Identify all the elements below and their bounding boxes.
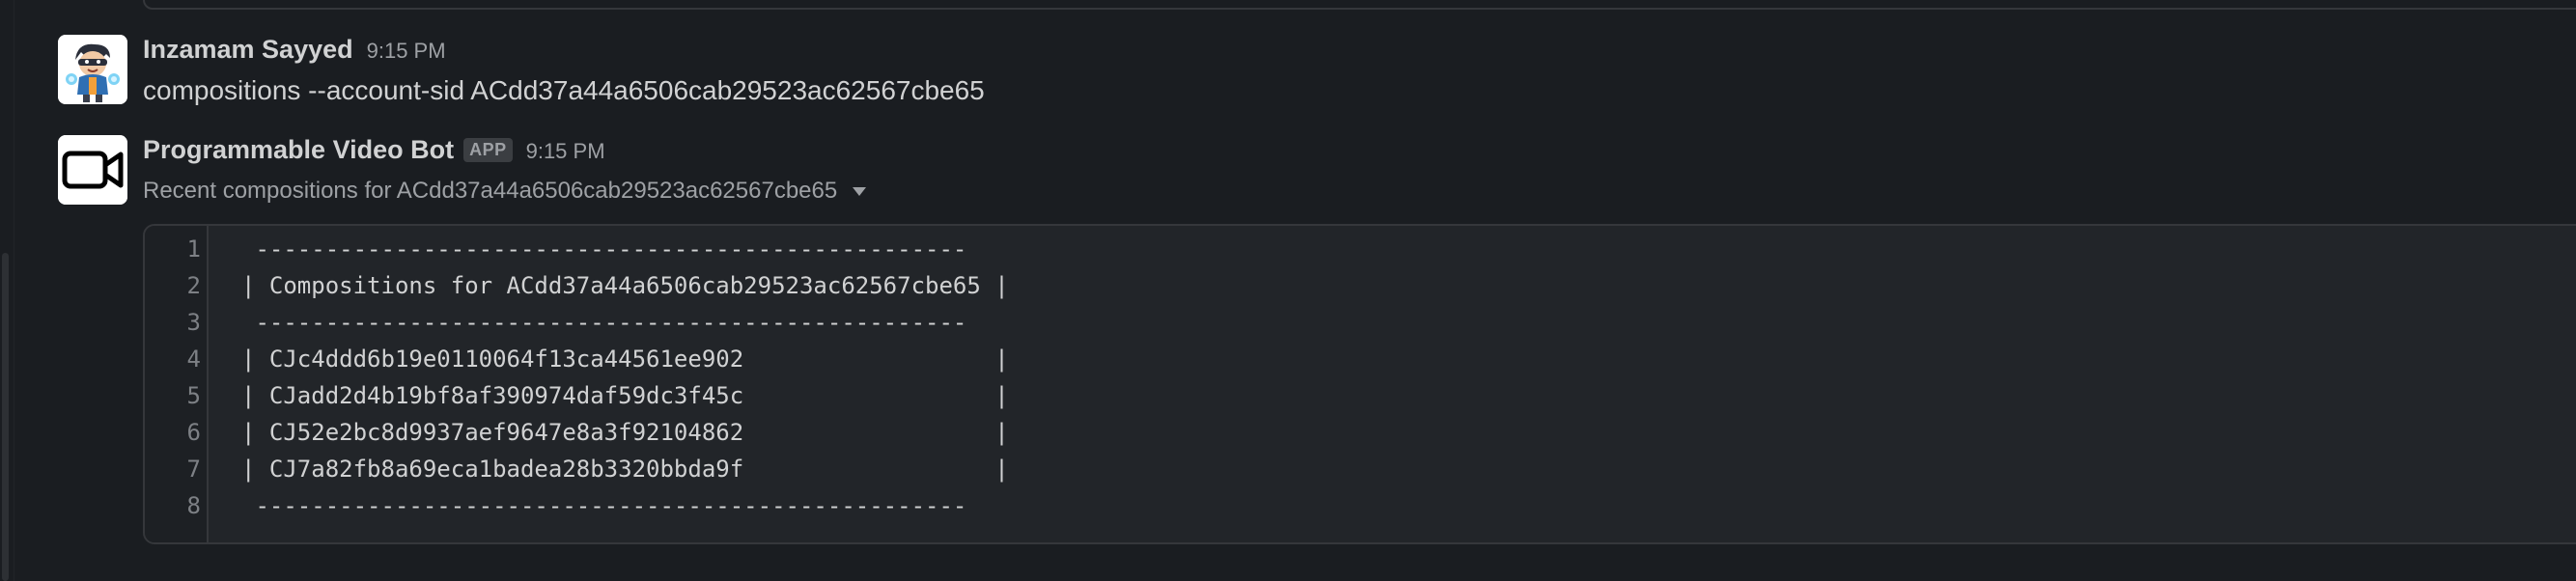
left-rail bbox=[0, 0, 14, 581]
app-badge: APP bbox=[463, 138, 513, 162]
attachment-title: Recent compositions for ACdd37a44a6506ca… bbox=[143, 178, 867, 205]
user-avatar[interactable] bbox=[58, 35, 127, 104]
timestamp[interactable]: 9:15 PM bbox=[526, 139, 605, 164]
code-line: ----------------------------------------… bbox=[241, 309, 967, 336]
author-name[interactable]: Programmable Video Bot bbox=[143, 135, 454, 165]
line-number-gutter: 1 2 3 4 5 6 7 8 bbox=[145, 226, 209, 542]
message-content: Programmable Video Bot APP 9:15 PM Recen… bbox=[143, 135, 867, 205]
message-text: compositions --account-sid ACdd37a44a650… bbox=[143, 75, 985, 105]
attachment-title-text: Recent compositions for ACdd37a44a6506ca… bbox=[143, 178, 838, 204]
line-number: 7 bbox=[186, 456, 201, 483]
code-line: | Compositions for ACdd37a44a6506cab2952… bbox=[241, 272, 1009, 299]
line-number: 1 bbox=[186, 235, 201, 263]
code-line: ----------------------------------------… bbox=[241, 492, 967, 519]
line-number: 3 bbox=[186, 309, 201, 336]
line-number: 4 bbox=[186, 346, 201, 373]
code-snippet: 1 2 3 4 5 6 7 8 ------------------------… bbox=[143, 224, 2576, 544]
video-camera-icon bbox=[58, 135, 127, 205]
scrollbar[interactable] bbox=[2, 253, 9, 581]
code-line: | CJ52e2bc8d9937aef9647e8a3f92104862 | bbox=[241, 419, 1009, 446]
code-line: ----------------------------------------… bbox=[241, 235, 967, 263]
previous-attachment-edge bbox=[143, 0, 2576, 10]
cartoon-boy-avatar-icon bbox=[58, 35, 127, 104]
line-number: 6 bbox=[186, 419, 201, 446]
author-name[interactable]: Inzamam Sayyed bbox=[143, 35, 353, 65]
bot-avatar[interactable] bbox=[58, 135, 127, 205]
message-content: Inzamam Sayyed 9:15 PM compositions --ac… bbox=[143, 35, 985, 106]
message-header: Inzamam Sayyed 9:15 PM bbox=[143, 35, 985, 69]
line-number: 8 bbox=[186, 492, 201, 519]
line-number: 5 bbox=[186, 382, 201, 409]
code-line: | CJadd2d4b19bf8af390974daf59dc3f45c | bbox=[241, 382, 1009, 409]
line-number: 2 bbox=[186, 272, 201, 299]
caret-down-icon[interactable] bbox=[853, 186, 867, 196]
timestamp[interactable]: 9:15 PM bbox=[367, 39, 446, 64]
code-line: | CJ7a82fb8a69eca1badea28b3320bbda9f | bbox=[241, 456, 1009, 483]
message-header: Programmable Video Bot APP 9:15 PM bbox=[143, 135, 866, 170]
code-line: | CJc4ddd6b19e0110064f13ca44561ee902 | bbox=[241, 346, 1009, 373]
message-pane: Inzamam Sayyed 9:15 PM compositions --ac… bbox=[0, 0, 2576, 581]
